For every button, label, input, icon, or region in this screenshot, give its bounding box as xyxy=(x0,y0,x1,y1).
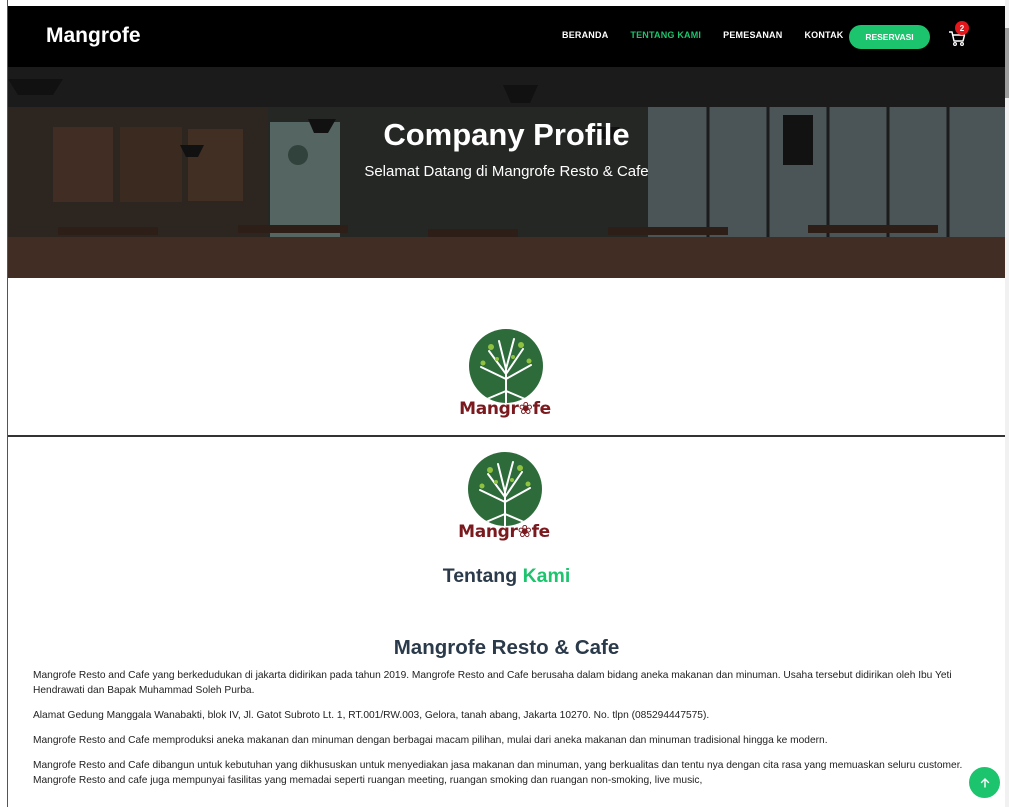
nav-link-pemesanan[interactable]: PEMESANAN xyxy=(723,30,782,40)
vertical-scrollbar[interactable] xyxy=(1005,0,1009,807)
hero-subtitle: Selamat Datang di Mangrofe Resto & Cafe xyxy=(364,163,649,180)
nav-links: BERANDA TENTANG KAMI PEMESANAN KONTAK xyxy=(562,30,865,40)
logo-wordmark: Mangr❀fe xyxy=(458,522,550,542)
logo-section: Mangr❀fe xyxy=(8,278,1005,437)
heading-accent: Kami xyxy=(522,565,571,587)
mangrofe-logo: Mangr❀fe xyxy=(459,329,551,429)
mangrove-tree-icon xyxy=(468,452,542,526)
scroll-to-top-button[interactable] xyxy=(969,767,1000,798)
about-paragraph: Mangrofe Resto and Cafe dibangun untuk k… xyxy=(33,760,963,786)
hero-title: Company Profile xyxy=(383,117,630,152)
resto-title: Mangrofe Resto & Cafe xyxy=(393,636,620,659)
navbar: Mangrofe BERANDA TENTANG KAMI PEMESANAN … xyxy=(8,6,1005,67)
nav-link-kontak[interactable]: KONTAK xyxy=(804,30,843,40)
about-section: Mangr❀fe Tentang Kami Mangrofe Resto & C… xyxy=(8,439,1005,807)
section-heading-tentang-kami: Tentang Kami xyxy=(8,565,1005,588)
about-paragraph: Alamat Gedung Manggala Wanabakti, blok I… xyxy=(33,710,710,721)
scrollbar-thumb[interactable] xyxy=(1005,28,1009,98)
reservasi-button[interactable]: RESERVASI xyxy=(849,25,930,49)
window-left-edge xyxy=(0,0,8,807)
mangrofe-logo-about: Mangr❀fe xyxy=(458,452,550,552)
nav-link-tentang-kami[interactable]: TENTANG KAMI xyxy=(630,30,701,40)
logo-wordmark: Mangr❀fe xyxy=(459,399,551,419)
heading-prefix: Tentang xyxy=(442,565,518,587)
mangrove-tree-icon xyxy=(469,329,543,403)
about-paragraph: Mangrofe Resto and Cafe memproduksi anek… xyxy=(33,735,828,746)
about-paragraph: Mangrofe Resto and Cafe yang berkeduduka… xyxy=(33,670,952,696)
cart-count-badge: 2 xyxy=(955,21,969,35)
nav-link-beranda[interactable]: BERANDA xyxy=(562,30,608,40)
about-text: Mangrofe Resto and Cafe yang berkeduduka… xyxy=(33,668,978,798)
hero-banner: Company Profile Selamat Datang di Mangro… xyxy=(8,67,1005,278)
brand-logo-text[interactable]: Mangrofe xyxy=(46,24,141,48)
arrow-up-icon xyxy=(980,777,989,788)
